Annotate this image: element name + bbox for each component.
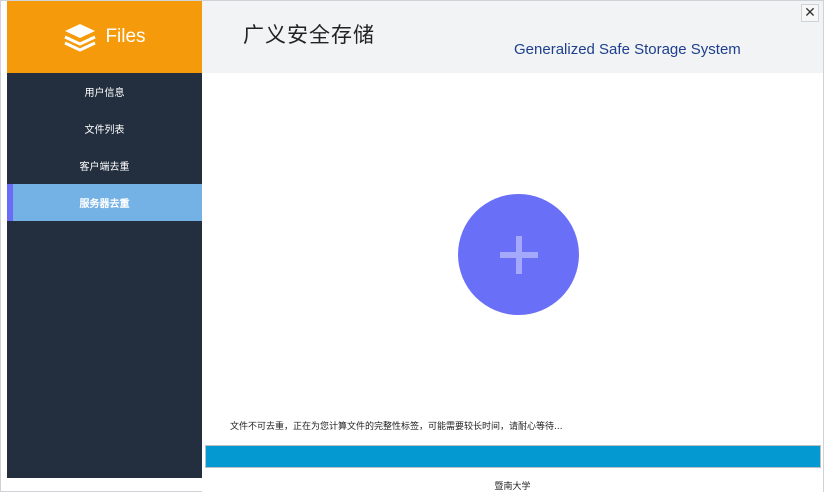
footer: 暨南大学 xyxy=(202,478,823,492)
progress-fill xyxy=(206,446,820,467)
close-icon: ✕ xyxy=(804,5,816,21)
sidebar-item-label: 文件列表 xyxy=(84,125,125,136)
header: 广义安全存储 Generalized Safe Storage System ✕ xyxy=(202,1,823,73)
app-name: Files xyxy=(105,26,146,47)
plus-icon xyxy=(499,235,538,274)
app-logo: Files xyxy=(7,1,202,73)
page-subtitle: Generalized Safe Storage System xyxy=(514,41,741,58)
upload-button[interactable] xyxy=(458,194,579,315)
layers-icon xyxy=(64,24,97,52)
sidebar-item-file-list[interactable]: 文件列表 xyxy=(7,110,202,147)
sidebar-item-label: 服务器去重 xyxy=(79,199,130,210)
footer-text: 暨南大学 xyxy=(494,481,531,492)
sidebar-item-server-dedup[interactable]: 服务器去重 xyxy=(7,184,202,221)
sidebar-item-label: 用户信息 xyxy=(84,88,125,99)
sidebar-item-user-info[interactable]: 用户信息 xyxy=(7,73,202,110)
sidebar: Files 用户信息 文件列表 客户端去重 服务器去重 xyxy=(7,1,202,478)
main-content: 文件不可去重，正在为您计算文件的完整性标签，可能需要较长时间，请耐心等待... xyxy=(202,73,823,478)
sidebar-nav: 用户信息 文件列表 客户端去重 服务器去重 xyxy=(7,73,202,221)
progress-bar xyxy=(205,445,821,468)
close-button[interactable]: ✕ xyxy=(801,4,819,22)
page-title: 广义安全存储 xyxy=(243,23,375,47)
sidebar-item-label: 客户端去重 xyxy=(79,162,130,173)
sidebar-item-client-dedup[interactable]: 客户端去重 xyxy=(7,147,202,184)
status-message: 文件不可去重，正在为您计算文件的完整性标签，可能需要较长时间，请耐心等待... xyxy=(230,422,563,432)
app-window: Files 用户信息 文件列表 客户端去重 服务器去重 广义安全存储 Gener… xyxy=(0,0,824,492)
